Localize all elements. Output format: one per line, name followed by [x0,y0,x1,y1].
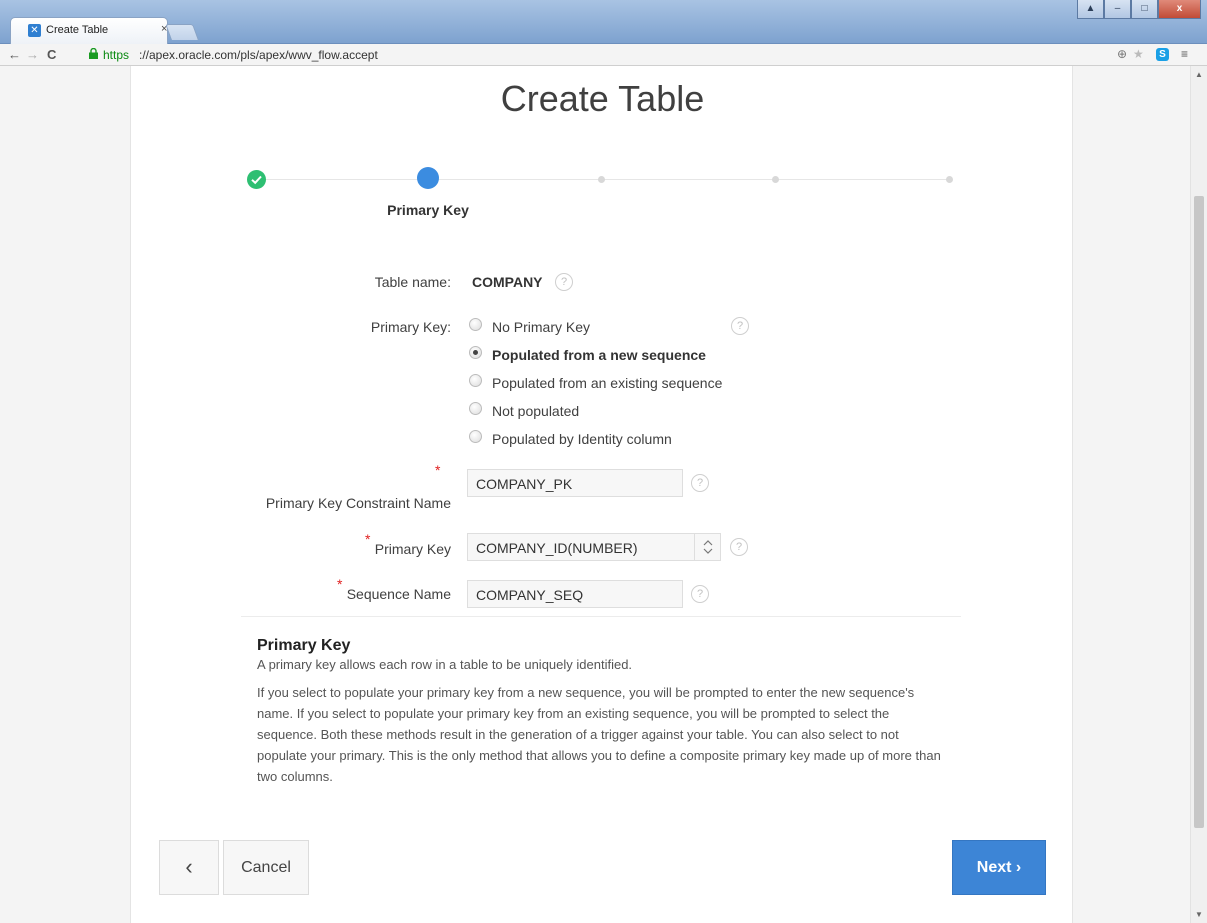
radio-label-existing-sequence[interactable]: Populated from an existing sequence [492,375,722,391]
radio-not-populated[interactable] [469,402,482,415]
cancel-button[interactable]: Cancel [223,840,309,895]
pk-column-help-icon[interactable]: ? [730,538,748,556]
sequence-name-label: Sequence Name [346,586,451,602]
radio-identity-column[interactable] [469,430,482,443]
user-icon[interactable]: ▲ [1077,0,1104,19]
required-marker: * [435,462,441,478]
previous-button[interactable]: ‹ [159,840,219,895]
bookmark-star-icon[interactable]: ★ [1133,47,1144,61]
section-divider [241,616,961,617]
lock-icon [89,48,98,59]
page-scrollbar[interactable]: ▲ ▼ [1190,66,1207,923]
tab-title: Create Table [46,24,109,36]
zoom-icon[interactable]: ⊕ [1117,47,1127,61]
wizard-step-label: Primary Key [387,202,469,218]
radio-existing-sequence[interactable] [469,374,482,387]
scroll-down-icon[interactable]: ▼ [1195,910,1203,919]
wizard-step-current [417,167,439,189]
page-title: Create Table [500,78,705,119]
address-bar[interactable]: https ://apex.oracle.com/pls/apex/wwv_fl… [86,46,1186,64]
radio-no-primary-key[interactable] [469,318,482,331]
url-scheme: https [103,48,130,62]
constraint-name-label: Primary Key Constraint Name [265,495,451,511]
table-name-value: COMPANY [472,274,543,290]
page-viewport: Create Table Primary Key Table name: COM… [0,66,1190,923]
wizard-step-pending [772,176,779,183]
table-name-label: Table name: [374,274,451,290]
wizard-step-pending [946,176,953,183]
sequence-name-help-icon[interactable]: ? [691,585,709,603]
close-window-icon[interactable]: x [1158,0,1201,19]
skype-extension-icon[interactable]: S [1156,48,1169,61]
pk-column-select[interactable]: COMPANY_ID(NUMBER) [467,533,721,561]
scroll-thumb[interactable] [1194,196,1204,828]
wizard-step-pending [598,176,605,183]
checkmark-icon [251,175,262,185]
forward-arrow-icon[interactable]: → [26,47,39,62]
primary-key-help-icon[interactable]: ? [731,317,749,335]
create-table-dialog: Create Table Primary Key Table name: COM… [130,66,1073,923]
help-subtitle: A primary key allows each row in a table… [257,657,633,672]
next-button[interactable]: Next › [952,840,1046,895]
radio-label-not-populated[interactable]: Not populated [492,403,579,419]
radio-label-new-sequence[interactable]: Populated from a new sequence [492,347,706,363]
menu-icon[interactable]: ≡ [1181,47,1188,61]
primary-key-radio-label: Primary Key: [370,319,451,335]
apex-favicon-icon: ✕ [28,24,41,37]
radio-label-no-primary-key[interactable]: No Primary Key [492,319,590,335]
radio-new-sequence[interactable] [469,346,482,359]
constraint-name-help-icon[interactable]: ? [691,474,709,492]
reload-icon[interactable]: C [47,47,56,62]
window-controls: ▲ – □ x [1077,0,1201,20]
browser-titlebar: ✕ Create Table × ▲ – □ x [0,0,1207,44]
maximize-icon[interactable]: □ [1131,0,1158,19]
url-text: ://apex.oracle.com/pls/apex/wwv_flow.acc… [139,48,378,62]
sequence-name-input[interactable]: COMPANY_SEQ [467,580,683,608]
scroll-up-icon[interactable]: ▲ [1195,70,1203,79]
select-updown-icon[interactable] [694,534,720,560]
pk-column-value: COMPANY_ID(NUMBER) [476,540,638,556]
table-name-help-icon[interactable]: ? [555,273,573,291]
help-title: Primary Key [257,637,351,654]
help-body: If you select to populate your primary k… [257,685,941,784]
minimize-icon[interactable]: – [1104,0,1131,19]
constraint-name-input[interactable]: COMPANY_PK [467,469,683,497]
browser-toolbar: ← → C https ://apex.oracle.com/pls/apex/… [0,44,1207,66]
pk-column-label: Primary Key [374,541,451,557]
new-tab-button[interactable] [165,24,199,40]
wizard-step-completed [247,170,266,189]
browser-tab[interactable]: ✕ Create Table × [10,17,168,44]
back-arrow-icon[interactable]: ← [8,47,21,62]
updown-chevron-icon [703,540,713,554]
radio-label-identity-column[interactable]: Populated by Identity column [492,431,672,447]
